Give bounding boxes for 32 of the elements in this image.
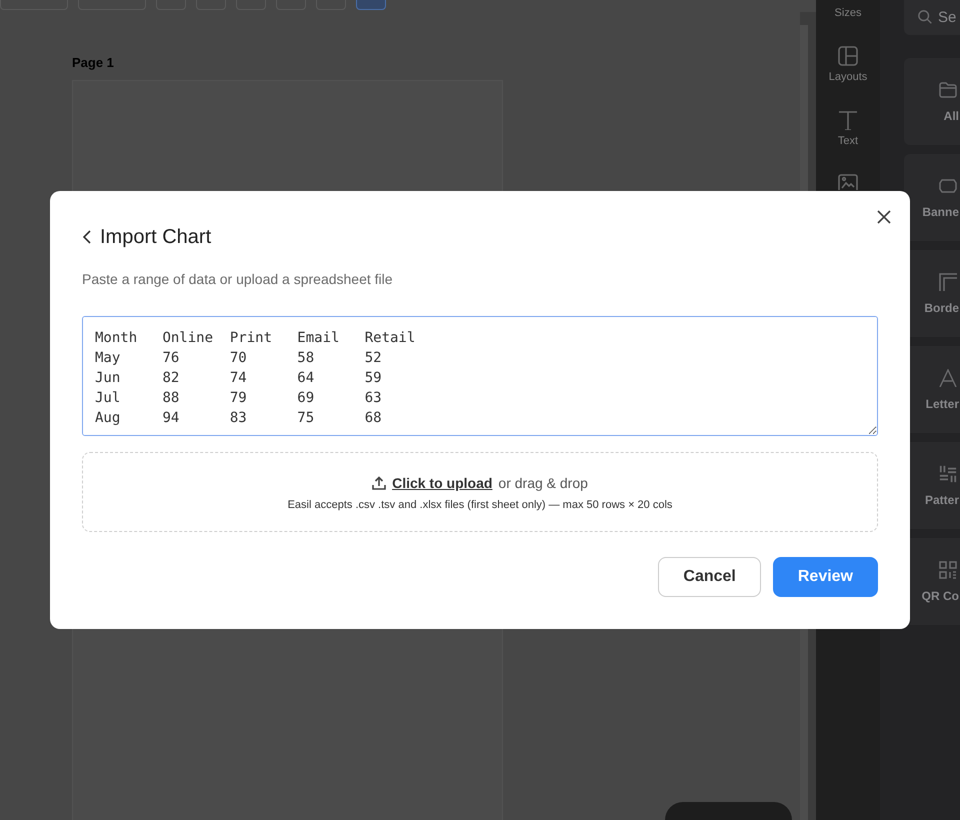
border-corner-icon (939, 272, 957, 290)
dialog-subtitle: Paste a range of data or upload a spreadsheet file (82, 270, 393, 289)
category-card[interactable]: Banne (904, 154, 960, 241)
cancel-button[interactable]: Cancel (658, 557, 761, 597)
qr-code-icon (939, 560, 957, 578)
banner-icon (939, 176, 957, 194)
sidebar-tab[interactable]: Layouts (816, 46, 880, 83)
upload-dropzone[interactable]: Click to upload or drag & drop Easil accepts .csv .tsv and .xlsx files (first sheet only) — max 50 rows × 20 cols (82, 452, 878, 532)
file-format-note: Easil accepts .csv .tsv and .xlsx files (first sheet only) — max 50 rows × 20 cols (288, 498, 672, 512)
data-input-field[interactable]: Month Online Print Email Retail May 76 70 58 52 Jun 82 74 64 59 Jul 88 79 69 63 Aug 94 83 75 68 (82, 316, 878, 436)
search-field[interactable]: Se (904, 0, 960, 35)
dialog-title: Import Chart (100, 225, 212, 249)
sidebar-tab[interactable]: Text (816, 110, 880, 147)
review-button[interactable]: Review (772, 557, 878, 597)
upload-link[interactable]: Click to upload (392, 472, 492, 492)
close-icon (877, 210, 891, 224)
folder-icon (939, 80, 957, 98)
letter-a-icon (939, 368, 957, 386)
chevron-left-icon (83, 230, 91, 244)
sidebar-tab[interactable]: Sizes (816, 7, 880, 19)
layout-grid-icon (838, 46, 858, 66)
pattern-icon (939, 464, 957, 482)
close-button[interactable] (875, 208, 893, 226)
toolbar-button[interactable] (356, 0, 386, 10)
search-icon (918, 10, 932, 24)
drag-drop-text: or drag & drop (498, 474, 588, 492)
text-icon (838, 110, 858, 130)
image-icon (838, 174, 858, 191)
upload-icon (372, 476, 386, 490)
back-button[interactable] (82, 230, 92, 244)
page-label: Page 1 (72, 56, 114, 70)
category-card[interactable]: All (904, 58, 960, 145)
